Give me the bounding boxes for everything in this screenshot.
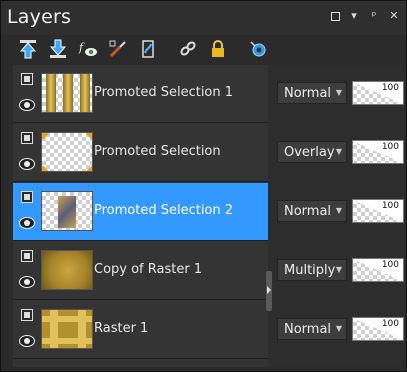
visibility-eye-icon[interactable] xyxy=(19,99,35,111)
layer-thumbnail xyxy=(41,191,93,231)
fx-eye-icon[interactable]: f xyxy=(77,38,99,60)
layer-type-icon[interactable] xyxy=(21,132,33,144)
blend-mode-dropdown[interactable]: Multiply ▼ xyxy=(277,259,347,281)
lock-icon[interactable] xyxy=(207,38,229,60)
layer-name: Promoted Selection xyxy=(94,144,221,159)
layer-row-selected[interactable]: Promoted Selection 2 xyxy=(13,183,268,241)
layer-thumbnail xyxy=(41,73,93,113)
layer-thumbnail xyxy=(41,250,93,290)
layer-name: Raster 1 xyxy=(94,321,149,336)
layer-row[interactable]: Promoted Selection 1 xyxy=(13,65,268,123)
layer-row-icons xyxy=(19,309,35,353)
layer-row-icons xyxy=(19,250,35,294)
opacity-slider[interactable]: 100 xyxy=(352,258,404,282)
restore-icon[interactable] xyxy=(331,11,340,21)
visibility-eye-icon[interactable] xyxy=(19,276,35,288)
blend-mode-dropdown[interactable]: Overlay ▼ xyxy=(277,141,347,163)
layer-row[interactable]: Raster 1 xyxy=(13,301,268,359)
link-icon[interactable] xyxy=(177,38,199,60)
layers-toolbar: f xyxy=(1,35,406,63)
opacity-slider[interactable]: 100 xyxy=(352,317,404,341)
svg-text:f: f xyxy=(78,41,85,54)
layer-row-icons xyxy=(19,191,35,235)
opacity-value: 100 xyxy=(381,319,399,329)
layers-panel: Layers ▾ ᵖ ✕ f Promoted Selection 1 Prom… xyxy=(0,0,407,372)
blend-mode-label: Normal xyxy=(284,322,332,337)
title-bar: Layers ▾ ᵖ ✕ xyxy=(1,1,406,35)
panel-title: Layers xyxy=(7,6,72,28)
visibility-eye-icon[interactable] xyxy=(19,158,35,170)
mask-icon[interactable] xyxy=(137,38,159,60)
layer-row-icons xyxy=(19,73,35,117)
visibility-eye-icon[interactable] xyxy=(19,217,35,229)
view-icon[interactable] xyxy=(247,38,269,60)
blend-mode-label: Multiply xyxy=(284,263,336,278)
move-up-icon[interactable] xyxy=(17,38,39,60)
move-down-icon[interactable] xyxy=(47,38,69,60)
blend-mode-dropdown[interactable]: Normal ▼ xyxy=(277,200,347,222)
layer-row-icons xyxy=(19,132,35,176)
menu-arrow-icon[interactable]: ▾ xyxy=(348,10,360,22)
blend-mode-dropdown[interactable]: Normal ▼ xyxy=(277,318,347,340)
window-controls: ▾ ᵖ ✕ xyxy=(331,10,400,22)
opacity-value: 100 xyxy=(381,142,399,152)
blend-mode-dropdown[interactable]: Normal ▼ xyxy=(277,82,347,104)
layer-name: Copy of Raster 1 xyxy=(94,262,203,277)
layer-thumbnail xyxy=(41,309,93,349)
layer-type-icon[interactable] xyxy=(21,191,33,203)
layer-row[interactable]: Copy of Raster 1 xyxy=(13,242,268,300)
blend-mode-label: Normal xyxy=(284,86,332,101)
dropdown-arrow-icon: ▼ xyxy=(335,265,342,274)
dropdown-arrow-icon: ▼ xyxy=(335,147,342,156)
layer-row[interactable]: Promoted Selection xyxy=(13,124,268,182)
close-icon[interactable]: ✕ xyxy=(388,10,400,22)
opacity-value: 100 xyxy=(381,260,399,270)
layer-type-icon[interactable] xyxy=(21,309,33,321)
layer-thumbnail xyxy=(41,132,93,172)
opacity-slider[interactable]: 100 xyxy=(352,199,404,223)
opacity-value: 100 xyxy=(381,201,399,211)
blend-mode-label: Overlay xyxy=(284,145,335,160)
layer-type-icon[interactable] xyxy=(21,250,33,262)
dropdown-arrow-icon: ▼ xyxy=(335,206,342,215)
brush-icon[interactable] xyxy=(107,38,129,60)
layer-properties-column: Normal ▼ 100 Overlay ▼ 100 Normal ▼ 100 … xyxy=(268,65,404,367)
pin-icon[interactable]: ᵖ xyxy=(368,10,380,22)
opacity-slider[interactable]: 100 xyxy=(352,81,404,105)
layer-name: Promoted Selection 1 xyxy=(94,85,234,100)
visibility-eye-icon[interactable] xyxy=(19,335,35,347)
layer-name: Promoted Selection 2 xyxy=(94,203,234,218)
layer-type-icon[interactable] xyxy=(21,73,33,85)
dropdown-arrow-icon: ▼ xyxy=(335,88,342,97)
opacity-slider[interactable]: 100 xyxy=(352,140,404,164)
opacity-value: 100 xyxy=(381,83,399,93)
blend-mode-label: Normal xyxy=(284,204,332,219)
panel-splitter-handle[interactable] xyxy=(266,271,272,311)
dropdown-arrow-icon: ▼ xyxy=(335,324,342,333)
layer-list: Promoted Selection 1 Promoted Selection … xyxy=(13,65,268,367)
